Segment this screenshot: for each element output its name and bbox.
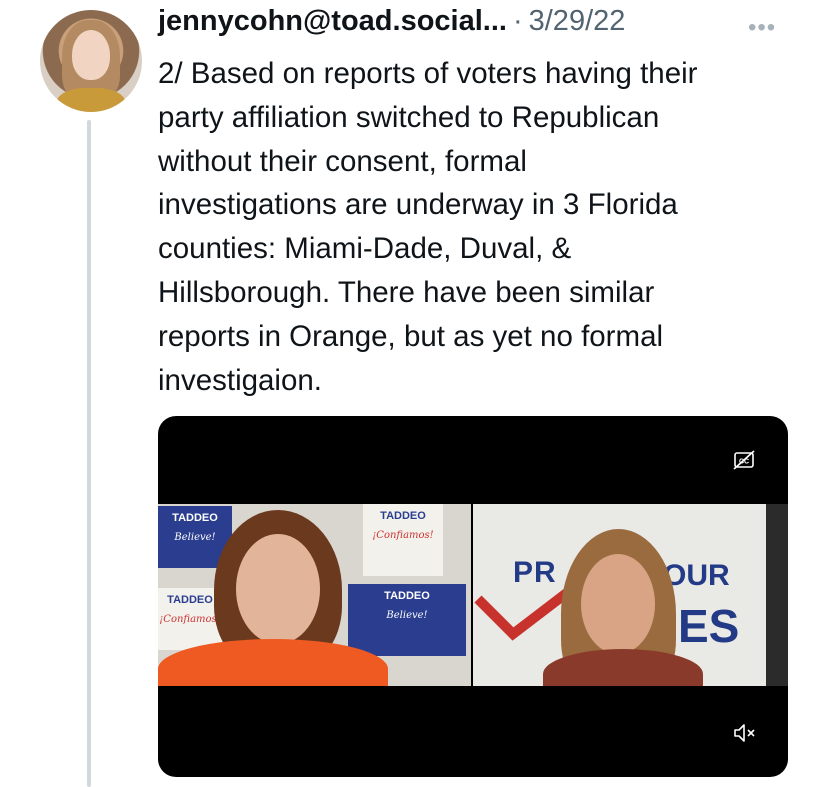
tweet-text-line: 2/ Based on reports of voters having the…: [158, 57, 698, 90]
tweet-date[interactable]: 3/29/22: [529, 5, 626, 38]
video-frame-left: TADDEO Believe! TADDEO ¡Confiamos! TADDE…: [158, 504, 471, 686]
more-options-icon[interactable]: •••: [748, 14, 776, 42]
campaign-sign: TADDEO ¡Confiamos!: [158, 588, 222, 650]
campaign-sign: TADDEO ¡Confiamos!: [363, 504, 443, 576]
video-frame-right: PR OUR ES: [473, 504, 788, 686]
speaker-muted-icon[interactable]: [733, 722, 757, 744]
tweet-text-line: party affiliation switched to Republican: [158, 100, 660, 134]
avatar-body: [56, 88, 126, 112]
separator: ·: [512, 5, 523, 37]
tweet-text-line: without their consent, formal: [158, 144, 527, 178]
avatar[interactable]: [40, 10, 142, 112]
tweet-text-line: reports in Orange, but as yet no formal: [158, 319, 664, 353]
author-handle[interactable]: jennycohn@toad.social...: [158, 5, 507, 38]
poster-text: ES: [678, 600, 740, 652]
thread-line: [87, 120, 91, 787]
speaker-left-face: [236, 534, 320, 644]
closed-captions-off-icon[interactable]: CC: [733, 449, 755, 471]
video-player[interactable]: CC TADDEO Believe! TADDEO ¡Confiamos! TA…: [158, 416, 788, 777]
poster-text: PR: [513, 556, 557, 589]
tweet-text-line: investigaion.: [158, 363, 322, 397]
tweet-text-line: counties: Miami-Dade, Duval, &: [158, 232, 572, 266]
tweet-header: jennycohn@toad.social... · 3/29/22: [158, 5, 625, 49]
tweet-text: 2/ Based on reports of voters having the…: [158, 52, 798, 402]
speaker-right-face: [581, 554, 655, 654]
campaign-sign: TADDEO Believe!: [348, 584, 466, 656]
avatar-face: [72, 30, 110, 80]
tweet-text-line: Hillsborough. There have been similar: [158, 275, 655, 309]
background-dark: [766, 504, 788, 686]
tweet-text-line: investigations are underway in 3 Florida: [158, 188, 678, 222]
